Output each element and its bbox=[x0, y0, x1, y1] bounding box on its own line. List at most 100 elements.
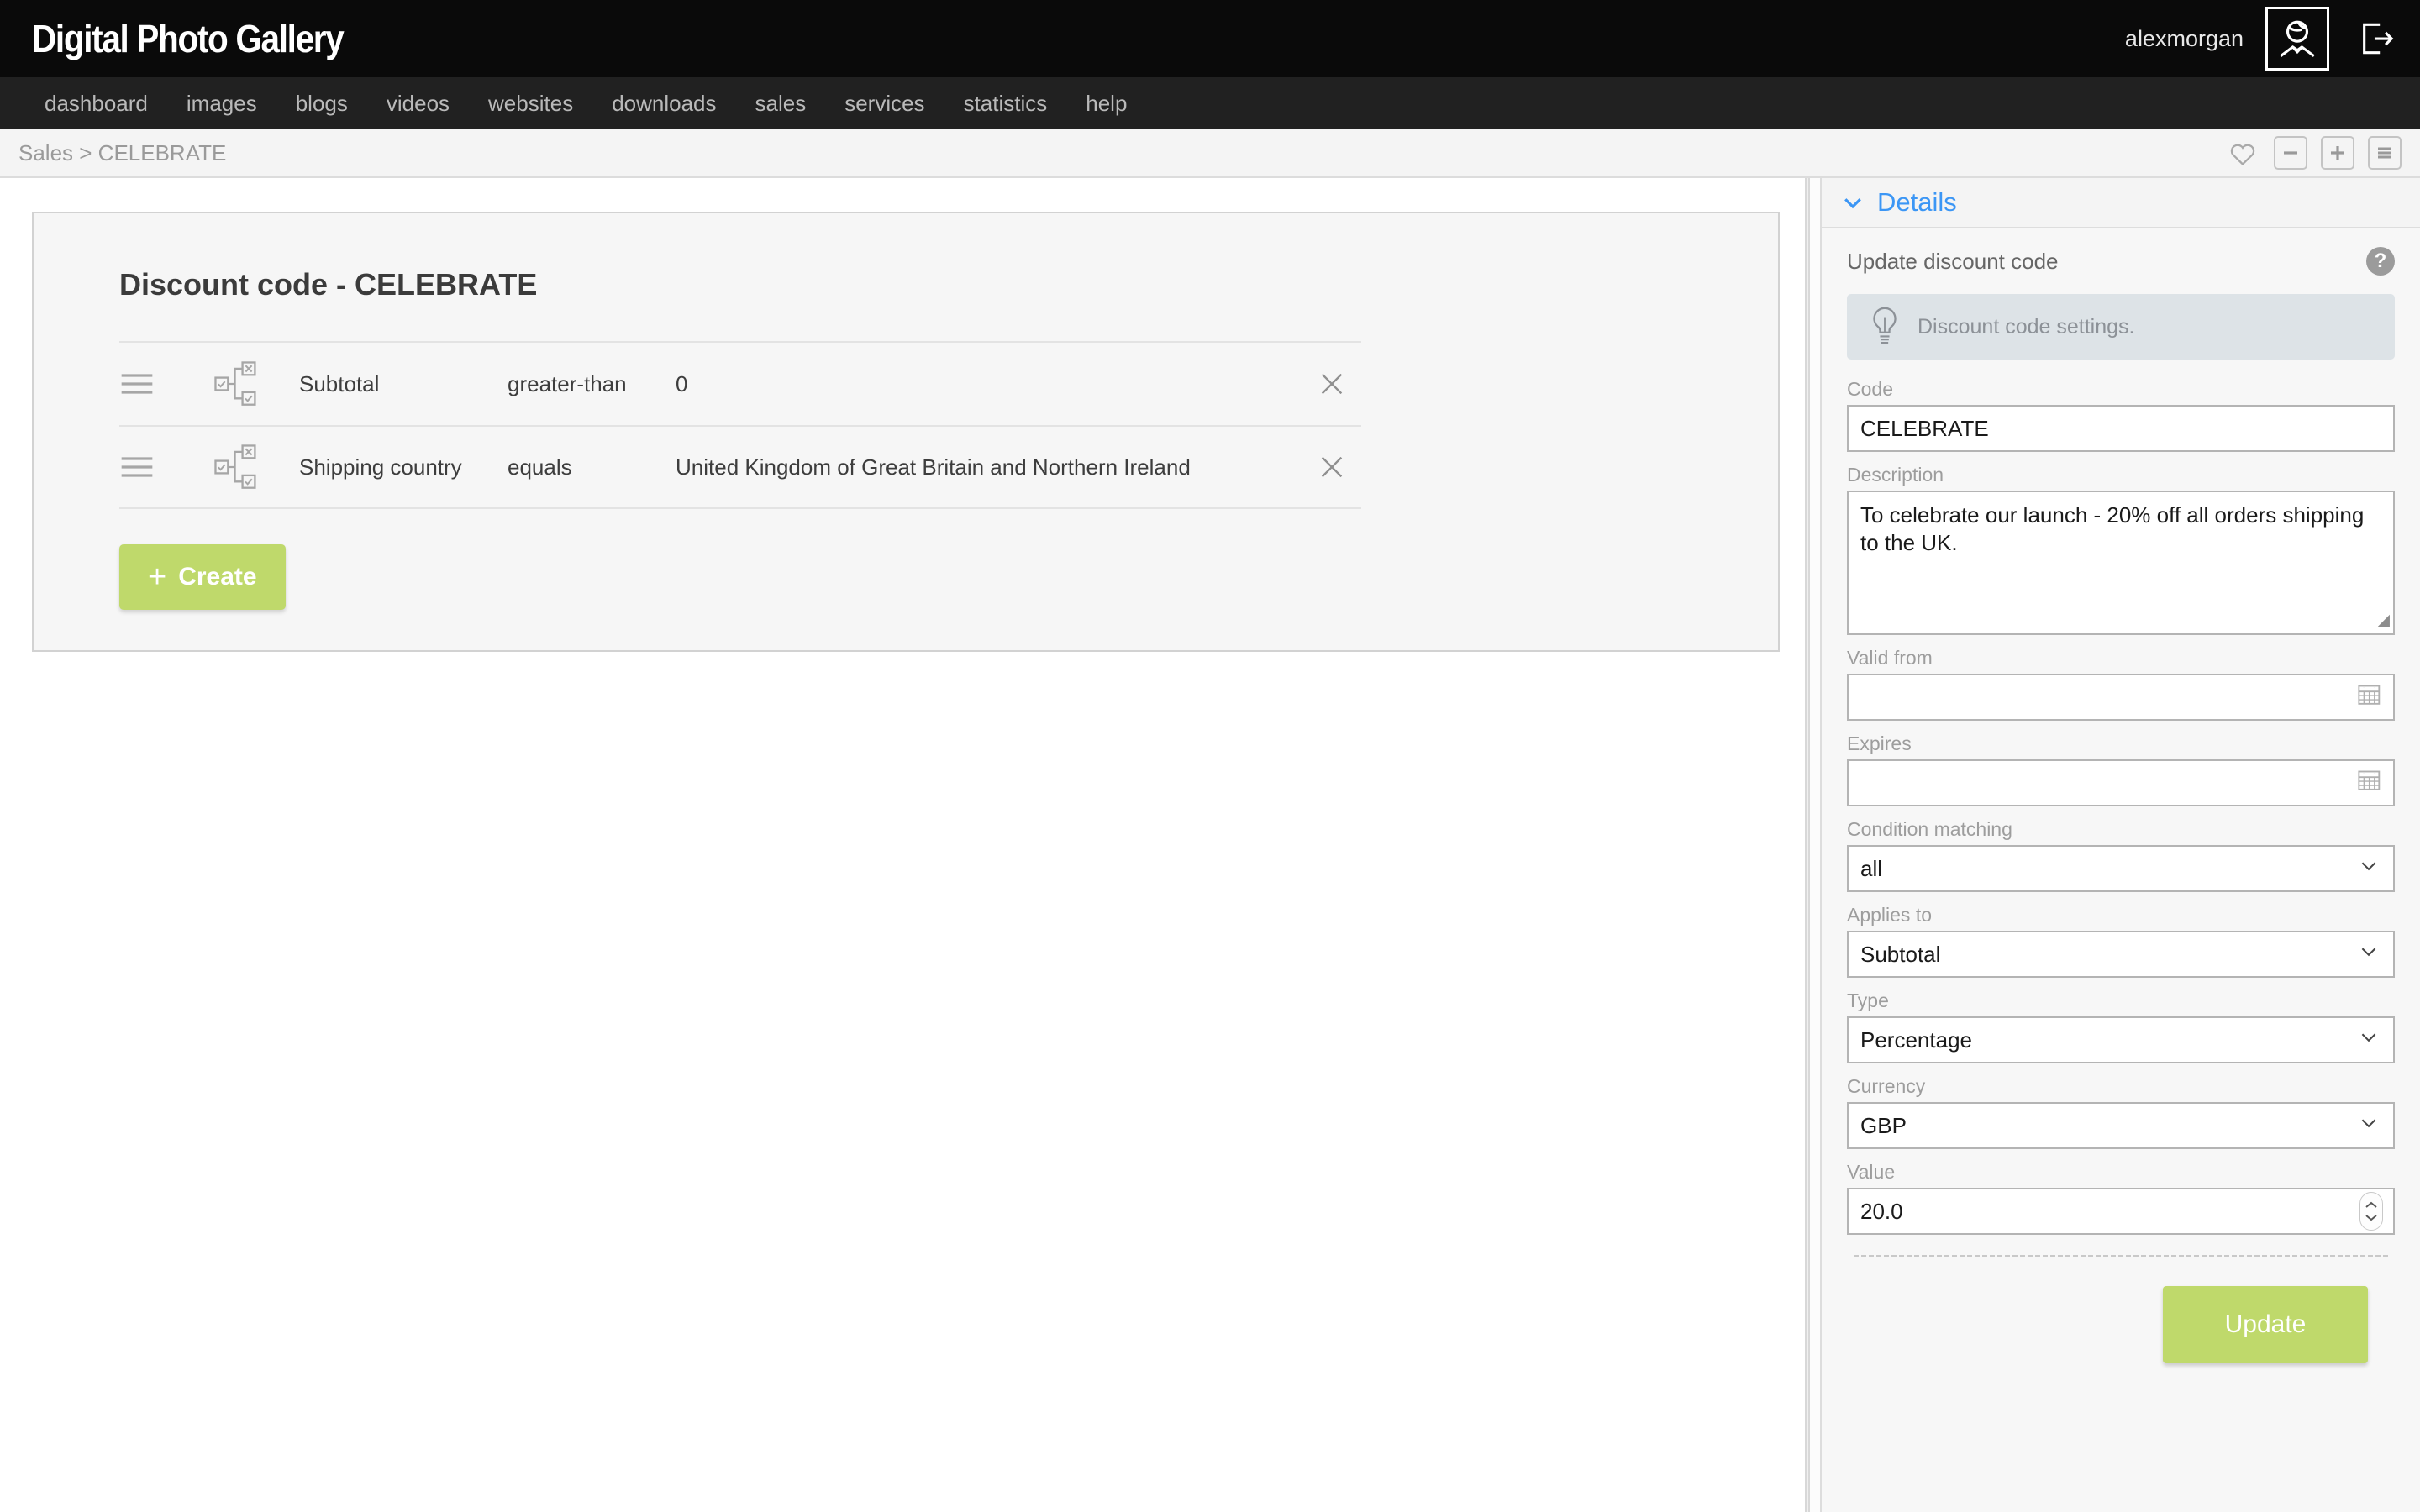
create-button[interactable]: + Create bbox=[119, 544, 286, 610]
user-avatar-icon bbox=[2280, 20, 2315, 57]
main-pane: Discount code - CELEBRATE Subtotal great… bbox=[0, 178, 1805, 1512]
close-x-icon bbox=[1321, 373, 1343, 395]
details-panel-header[interactable]: Details bbox=[1822, 178, 2420, 228]
details-panel-title: Details bbox=[1877, 187, 1957, 217]
logout-button[interactable] bbox=[2351, 14, 2400, 63]
applies-to-label: Applies to bbox=[1847, 904, 1933, 926]
tip-banner: Discount code settings. bbox=[1847, 294, 2395, 360]
condition-type[interactable] bbox=[213, 360, 299, 407]
details-panel: Details Update discount code ? Discount … bbox=[1822, 178, 2420, 1512]
condition-value: 0 bbox=[676, 370, 688, 396]
currency-select[interactable]: GBP bbox=[1847, 1102, 2395, 1149]
brand-bar: Digital Photo Gallery alexmorgan bbox=[0, 0, 2420, 77]
condition-type[interactable] bbox=[213, 444, 299, 491]
type-field-group: Type Percentage bbox=[1847, 990, 2395, 1063]
update-button[interactable]: Update bbox=[2163, 1286, 2368, 1363]
code-input[interactable]: CELEBRATE bbox=[1847, 405, 2395, 452]
nav-item-blogs[interactable]: blogs bbox=[276, 91, 367, 117]
details-panel-body: Update discount code ? Discount code set… bbox=[1822, 228, 2420, 1512]
calendar-icon[interactable] bbox=[2356, 767, 2383, 800]
applies-to-select[interactable]: Subtotal bbox=[1847, 931, 2395, 978]
description-textarea[interactable]: To celebrate our launch - 20% off all or… bbox=[1847, 491, 2395, 635]
nav-item-images[interactable]: images bbox=[167, 91, 276, 117]
menu-button[interactable] bbox=[2368, 136, 2402, 170]
value-input[interactable]: 20.0 bbox=[1847, 1188, 2395, 1235]
value-label: Value bbox=[1847, 1161, 1896, 1183]
nav-item-statistics[interactable]: statistics bbox=[944, 91, 1067, 117]
nav-item-sales[interactable]: sales bbox=[736, 91, 826, 117]
expires-input[interactable] bbox=[1847, 759, 2395, 806]
condition-operator: equals bbox=[508, 454, 572, 480]
applies-to-field-group: Applies to Subtotal bbox=[1847, 904, 2395, 978]
type-label: Type bbox=[1847, 990, 1889, 1011]
quantity-stepper[interactable] bbox=[2360, 1192, 2383, 1231]
favorite-button[interactable] bbox=[2225, 136, 2260, 170]
currency-label: Currency bbox=[1847, 1075, 1926, 1097]
code-field-group: Code CELEBRATE bbox=[1847, 378, 2395, 452]
help-icon[interactable]: ? bbox=[2366, 247, 2395, 276]
description-label: Description bbox=[1847, 464, 1944, 486]
delete-condition-button[interactable] bbox=[1302, 454, 1361, 480]
nav-item-services[interactable]: services bbox=[825, 91, 944, 117]
chevron-down-icon bbox=[2358, 1026, 2380, 1054]
conditions-table: Subtotal greater-than 0 Shipping country… bbox=[119, 341, 1361, 509]
drag-handle[interactable] bbox=[119, 371, 213, 396]
drag-handle-icon bbox=[121, 457, 153, 477]
nav-item-downloads[interactable]: downloads bbox=[592, 91, 735, 117]
plus-icon: + bbox=[148, 559, 167, 595]
details-section-label: Update discount code bbox=[1847, 248, 2059, 274]
value-value: 20.0 bbox=[1860, 1198, 1903, 1224]
nav-item-dashboard[interactable]: dashboard bbox=[25, 91, 167, 117]
chevron-up-icon bbox=[2365, 1201, 2377, 1208]
breadcrumb[interactable]: Sales > CELEBRATE bbox=[18, 140, 226, 166]
drag-handle[interactable] bbox=[119, 454, 213, 480]
resize-grip-icon[interactable]: ◢ bbox=[2377, 611, 2390, 631]
code-label: Code bbox=[1847, 378, 1893, 400]
main-navigation: dashboard images blogs videos websites d… bbox=[0, 77, 2420, 129]
table-row[interactable]: Subtotal greater-than 0 bbox=[119, 341, 1361, 425]
nav-item-videos[interactable]: videos bbox=[367, 91, 469, 117]
page-title: Discount code - CELEBRATE bbox=[119, 267, 538, 302]
avatar[interactable] bbox=[2265, 7, 2329, 71]
menu-list-icon bbox=[2378, 147, 2391, 159]
chevron-down-icon bbox=[2358, 941, 2380, 969]
lightbulb-icon bbox=[1873, 307, 1897, 344]
applies-to-value: Subtotal bbox=[1860, 941, 1941, 967]
condition-matching-label: Condition matching bbox=[1847, 818, 2012, 840]
pane-resizer[interactable] bbox=[1810, 178, 1822, 1512]
condition-field: Shipping country bbox=[299, 454, 462, 480]
condition-matching-select[interactable]: all bbox=[1847, 845, 2395, 892]
valid-from-field-group: Valid from bbox=[1847, 647, 2395, 721]
breadcrumb-bar: Sales > CELEBRATE bbox=[0, 129, 2420, 178]
type-select[interactable]: Percentage bbox=[1847, 1016, 2395, 1063]
code-value: CELEBRATE bbox=[1860, 415, 1989, 441]
collapse-button[interactable] bbox=[2274, 136, 2307, 170]
discount-code-card: Discount code - CELEBRATE Subtotal great… bbox=[32, 212, 1780, 652]
calendar-icon[interactable] bbox=[2356, 681, 2383, 714]
valid-from-input[interactable] bbox=[1847, 674, 2395, 721]
app-title: Digital Photo Gallery bbox=[32, 17, 345, 60]
expand-plus-icon bbox=[2331, 146, 2344, 160]
username-label: alexmorgan bbox=[2124, 25, 2244, 51]
expand-button[interactable] bbox=[2321, 136, 2354, 170]
expires-label: Expires bbox=[1847, 732, 1912, 754]
chevron-down-icon bbox=[2358, 1112, 2380, 1140]
details-section-header: Update discount code ? bbox=[1847, 247, 2395, 276]
nav-item-websites[interactable]: websites bbox=[469, 91, 592, 117]
favorite-heart-icon bbox=[2230, 144, 2255, 165]
condition-branch-icon bbox=[214, 444, 256, 489]
currency-field-group: Currency GBP bbox=[1847, 1075, 2395, 1149]
currency-value: GBP bbox=[1860, 1112, 1907, 1138]
delete-condition-button[interactable] bbox=[1302, 370, 1361, 397]
chevron-down-icon bbox=[1844, 198, 1861, 209]
table-row[interactable]: Shipping country equals United Kingdom o… bbox=[119, 425, 1361, 509]
nav-item-help[interactable]: help bbox=[1066, 91, 1146, 117]
condition-matching-field-group: Condition matching all bbox=[1847, 818, 2395, 892]
expires-field-group: Expires bbox=[1847, 732, 2395, 806]
condition-matching-value: all bbox=[1860, 855, 1883, 881]
condition-field: Subtotal bbox=[299, 370, 380, 396]
breadcrumb-actions bbox=[2225, 136, 2402, 170]
tip-text: Discount code settings. bbox=[1918, 314, 2135, 339]
create-button-label: Create bbox=[178, 563, 257, 591]
brand-bar-right: alexmorgan bbox=[2125, 7, 2400, 71]
